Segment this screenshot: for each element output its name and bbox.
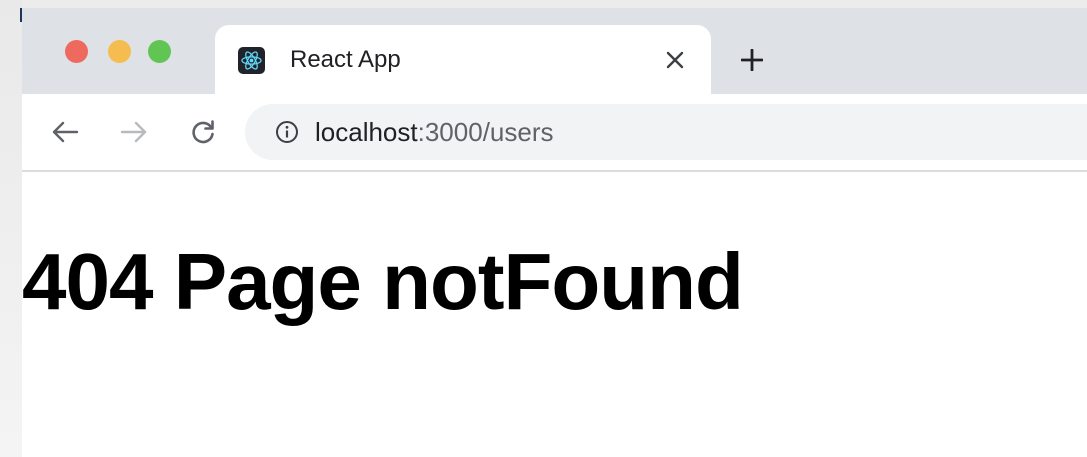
desktop-background [0,0,22,457]
window-minimize-button[interactable] [108,40,131,63]
arrow-left-icon[interactable] [45,112,85,152]
url-host: localhost [315,117,418,147]
react-logo-icon [238,47,265,74]
reload-icon[interactable] [183,112,223,152]
arrow-right-icon[interactable] [114,112,154,152]
tab-bar: React App [22,8,1087,95]
close-icon[interactable] [658,43,692,77]
window-close-button[interactable] [65,40,88,63]
browser-toolbar: localhost:3000/users [22,94,1087,172]
url-text: localhost:3000/users [315,117,554,147]
tab-react-app[interactable]: React App [215,25,711,95]
info-icon[interactable] [275,120,299,144]
address-bar[interactable]: localhost:3000/users [245,104,1087,160]
browser-window: React App localhost:3000/users 404 Page … [22,8,1087,457]
page-content: 404 Page notFound [22,172,1087,457]
window-zoom-button[interactable] [148,40,171,63]
page-heading: 404 Page notFound [22,237,744,326]
url-path: :3000/users [417,117,554,147]
plus-icon[interactable] [735,43,769,77]
tab-title: React App [290,46,401,73]
